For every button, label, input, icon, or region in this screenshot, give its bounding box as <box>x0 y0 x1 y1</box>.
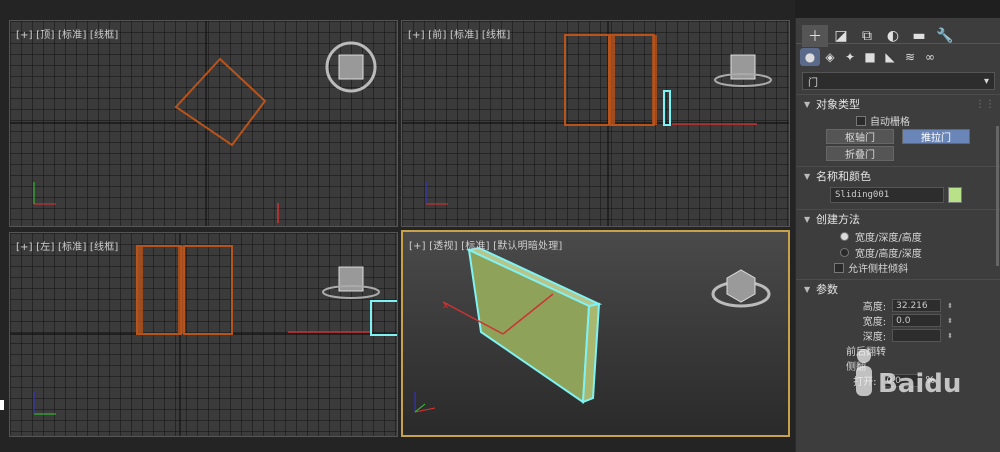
viewport-front-label[interactable]: [+] [前] [标准] [线框] <box>408 26 511 41</box>
spacewarps-icon[interactable]: ≋ <box>900 48 920 66</box>
viewport-top[interactable]: [+] [顶] [标准] [线框] <box>9 20 398 227</box>
param-width: 宽度: 0.0 ⬍ <box>796 313 1000 328</box>
viewport-top-label[interactable]: [+] [顶] [标准] [线框] <box>16 26 119 41</box>
utilities-tab-icon[interactable]: 🔧 <box>932 25 958 47</box>
collapse-toggle-icon: ▼ <box>804 99 811 109</box>
allow-tilt-label: 允许侧柱倾斜 <box>848 264 908 275</box>
viewport-front[interactable]: [+] [前] [标准] [线框] <box>401 20 790 227</box>
param-label: 高度: <box>862 302 887 313</box>
lights-icon[interactable]: ✦ <box>840 48 860 66</box>
pivot-door-button[interactable]: 枢轴门 <box>826 129 894 144</box>
geometry-icon[interactable]: ● <box>800 48 820 66</box>
width-spinner[interactable]: 0.0 <box>892 314 942 327</box>
door-outline-top <box>174 57 267 147</box>
watermark-logo: Baidu <box>842 344 962 424</box>
svg-text:Baidu: Baidu <box>878 369 961 399</box>
autogrid-checkbox[interactable] <box>856 115 866 126</box>
creation-option-1[interactable]: 宽度/深度/高度 <box>796 228 1000 244</box>
allow-tilt-checkbox[interactable] <box>834 262 844 273</box>
collapse-toggle-icon: ▼ <box>804 214 811 224</box>
door-selected-front <box>663 90 671 126</box>
autogrid-label: 自动栅格 <box>870 117 910 128</box>
systems-icon[interactable]: ∞ <box>920 48 940 66</box>
viewport-left-scene <box>10 233 397 436</box>
create-tab-icon[interactable]: ＋ <box>802 25 828 47</box>
section-parameters[interactable]: ▼ 参数 <box>796 279 1000 298</box>
edge-marker <box>0 400 4 410</box>
sliding-door-button[interactable]: 推拉门 <box>902 129 970 144</box>
chevron-down-icon: ▾ <box>983 75 989 87</box>
bifold-door-button[interactable]: 折叠门 <box>826 146 894 161</box>
door-panel-left-left <box>136 245 182 335</box>
viewcube <box>322 266 380 299</box>
spinner-arrows-icon[interactable]: ⬍ <box>947 332 953 340</box>
section-object-type[interactable]: ▼ 对象类型 ⋮⋮ <box>796 94 1000 113</box>
collapse-toggle-icon: ▼ <box>804 171 811 181</box>
section-title: 对象类型 <box>816 98 860 111</box>
autogrid-row: 自动栅格 <box>796 113 1000 128</box>
creation-option-2[interactable]: 宽度/高度/深度 <box>796 244 1000 260</box>
radio-button[interactable] <box>840 247 849 257</box>
collapse-toggle-icon: ▼ <box>804 284 811 294</box>
section-creation-method[interactable]: ▼ 创建方法 <box>796 209 1000 228</box>
allow-tilt-row: 允许侧柱倾斜 <box>796 260 1000 275</box>
param-label: 深度: <box>862 332 887 343</box>
viewcube <box>325 41 377 93</box>
viewport-perspective-scene: x <box>414 246 771 413</box>
viewcube <box>711 269 771 308</box>
section-name-color[interactable]: ▼ 名称和颜色 <box>796 166 1000 185</box>
door-panel-left-front <box>564 34 610 126</box>
viewport-perspective[interactable]: x [+] [透视] [标准] [默认明暗处理] <box>401 230 790 437</box>
height-spinner[interactable]: 32.216 <box>892 299 942 312</box>
viewport-front-scene <box>402 21 789 226</box>
shapes-icon[interactable]: ◈ <box>820 48 840 66</box>
viewcube <box>714 54 772 87</box>
helpers-icon[interactable]: ◣ <box>880 48 900 66</box>
hierarchy-tab-icon[interactable]: ⧉ <box>854 25 880 47</box>
depth-spinner[interactable] <box>892 329 942 342</box>
param-label: 宽度: <box>862 317 887 328</box>
viewport-area: [+] [顶] [标准] [线框] [+] [前] [标准] [线框] [+] … <box>0 0 795 452</box>
viewport-left[interactable]: [+] [左] [标准] [线框] <box>9 232 398 437</box>
axis-gizmo <box>33 182 56 205</box>
door-selected-left <box>370 300 397 336</box>
svg-text:x: x <box>443 301 449 311</box>
viewport-left-label[interactable]: [+] [左] [标准] [线框] <box>16 238 119 253</box>
object-name-field[interactable]: Sliding001 <box>830 187 944 203</box>
spinner-arrows-icon[interactable]: ⬍ <box>947 317 953 325</box>
motion-tab-icon[interactable]: ◐ <box>880 25 906 47</box>
door-panel-right-front <box>609 34 655 126</box>
create-subcategories: ● ◈ ✦ ■ ◣ ≋ ∞ <box>796 44 1000 68</box>
radio-button[interactable] <box>840 231 849 241</box>
panel-scrollbar[interactable] <box>996 126 999 266</box>
spinner-arrows-icon[interactable]: ⬍ <box>947 302 953 310</box>
command-panel-tabs: ＋ ◪ ⧉ ◐ ▬ 🔧 <box>796 18 1000 47</box>
section-title: 创建方法 <box>816 213 860 226</box>
param-height: 高度: 32.216 ⬍ <box>796 298 1000 313</box>
section-title: 名称和颜色 <box>816 170 871 183</box>
modify-tab-icon[interactable]: ◪ <box>828 25 854 47</box>
object-buttons-row-1: 枢轴门 推拉门 <box>796 128 1000 145</box>
param-depth: 深度: ⬍ <box>796 328 1000 343</box>
door-panel-right-left <box>183 245 233 335</box>
display-tab-icon[interactable]: ▬ <box>906 25 932 47</box>
section-title: 参数 <box>816 283 838 296</box>
drag-handle-icon[interactable]: ⋮⋮ <box>975 99 995 110</box>
category-dropdown[interactable]: 门 ▾ <box>802 72 995 90</box>
category-value: 门 <box>808 77 818 89</box>
object-color-swatch[interactable] <box>948 187 962 203</box>
viewport-top-scene <box>10 21 397 226</box>
option-label: 宽度/深度/高度 <box>855 232 922 244</box>
option-label: 宽度/高度/深度 <box>855 248 922 260</box>
object-buttons-row-2: 折叠门 <box>796 145 1000 162</box>
name-row: Sliding001 <box>796 185 1000 205</box>
cameras-icon[interactable]: ■ <box>860 48 880 66</box>
viewport-perspective-label[interactable]: [+] [透视] [标准] [默认明暗处理] <box>409 237 563 252</box>
